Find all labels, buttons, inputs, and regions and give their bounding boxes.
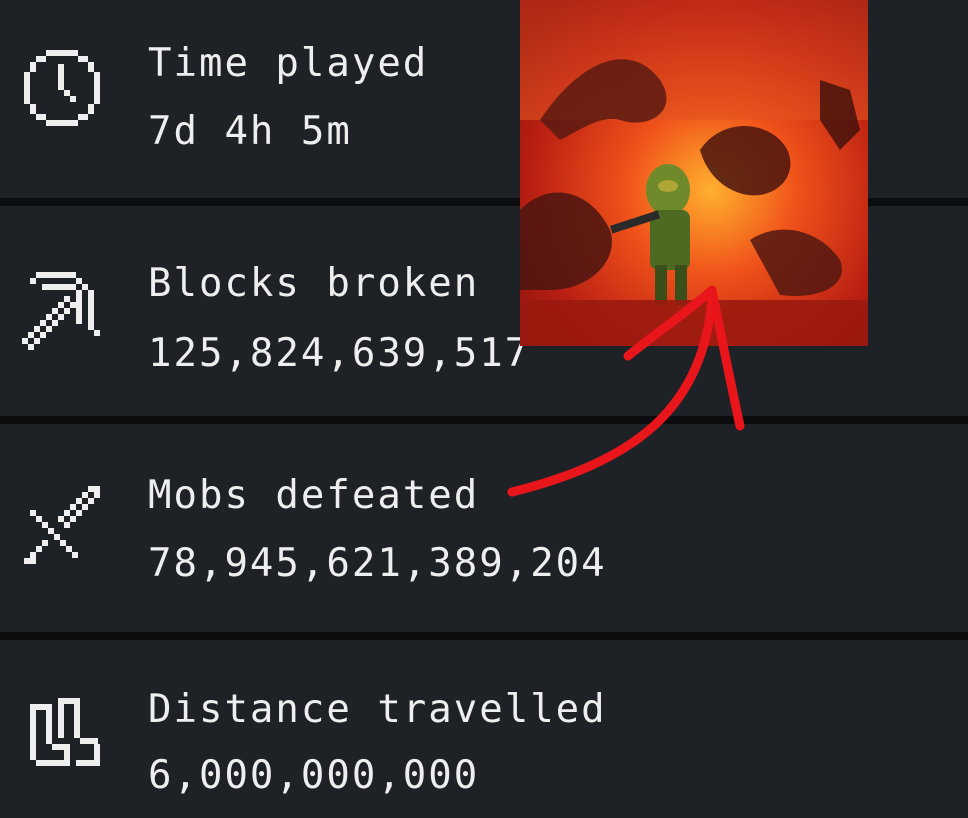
stat-row-distance-travelled: Distance travelled 6,000,000,000	[0, 640, 968, 818]
stat-row-mobs-defeated: Mobs defeated 78,945,621,389,204	[0, 424, 968, 632]
game-artwork-image	[520, 0, 868, 346]
boots-icon	[16, 688, 108, 780]
sword-icon	[16, 480, 108, 572]
stat-value: 6,000,000,000	[148, 753, 480, 798]
pickaxe-icon	[16, 266, 108, 358]
stat-label: Blocks broken	[148, 261, 480, 306]
clock-icon	[16, 42, 108, 134]
stat-label: Distance travelled	[148, 687, 607, 732]
stat-value: 78,945,621,389,204	[148, 541, 607, 586]
stat-label: Mobs defeated	[148, 473, 480, 518]
stat-value: 7d 4h 5m	[148, 109, 352, 154]
stat-value: 125,824,639,517	[148, 331, 531, 376]
stat-label: Time played	[148, 41, 429, 86]
